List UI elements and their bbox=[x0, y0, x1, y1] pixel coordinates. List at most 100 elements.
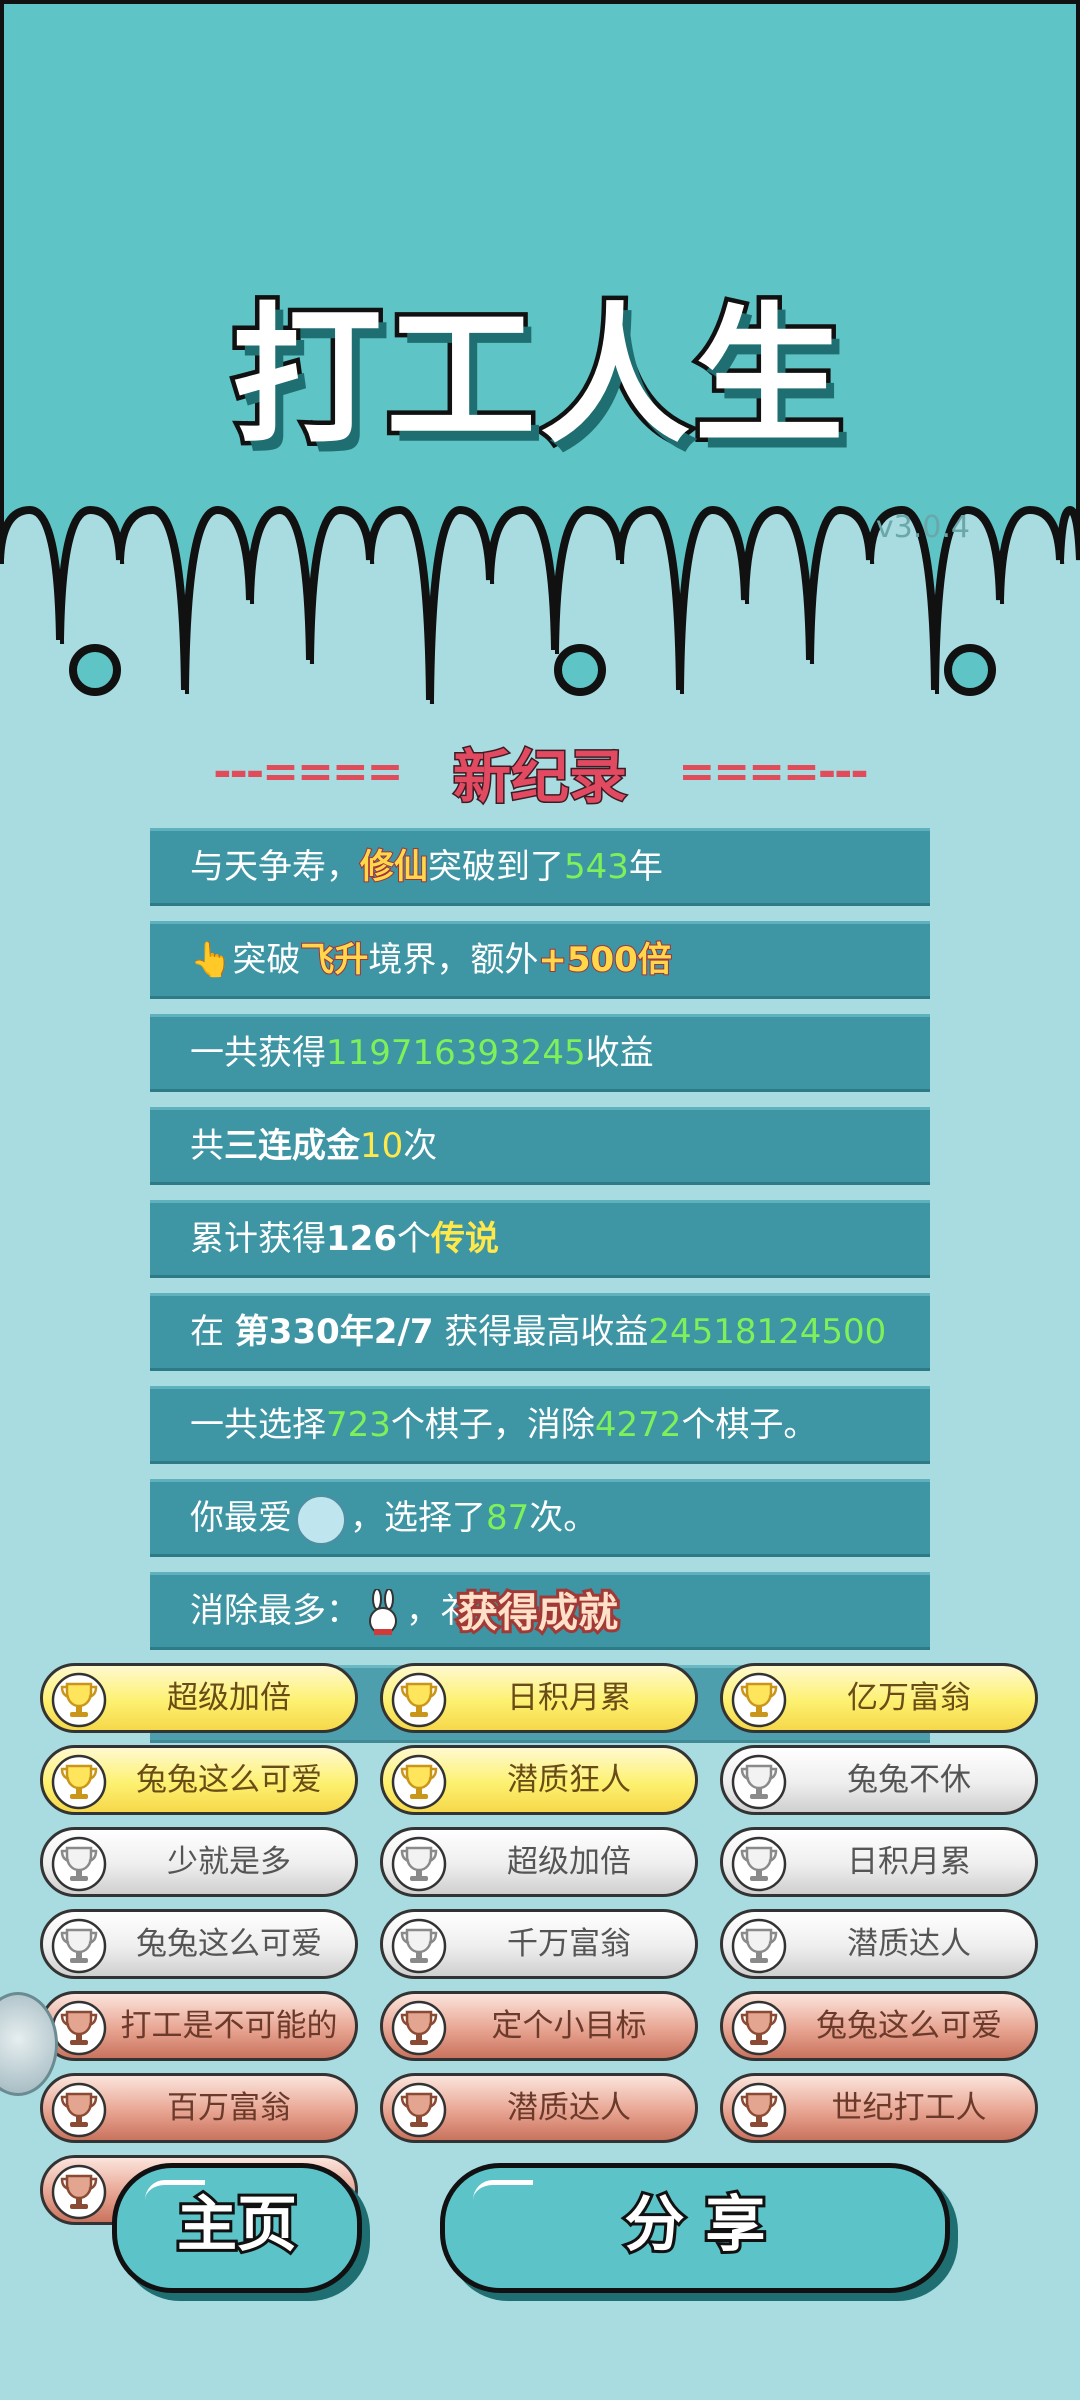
achievement-badge[interactable]: 兔兔这么可爱 bbox=[40, 1909, 358, 1979]
stat-text: 次。 bbox=[529, 1498, 598, 1538]
stat-highlight: 修仙 bbox=[359, 846, 429, 888]
achievement-label: 日积月累 bbox=[847, 1844, 971, 1880]
trophy-icon bbox=[391, 2000, 447, 2056]
achievement-badge[interactable]: 打工是不可能的 bbox=[40, 1991, 358, 2061]
new-record-title: 新纪录 bbox=[451, 742, 628, 813]
stat-text: 年 bbox=[628, 847, 663, 887]
trophy-icon bbox=[391, 1836, 447, 1892]
stat-bold: 三连成金 bbox=[224, 1126, 360, 1166]
achievement-badge[interactable]: 潜质达人 bbox=[380, 2073, 698, 2143]
stat-text: 获得最高收益 bbox=[433, 1312, 649, 1352]
trophy-icon bbox=[391, 1918, 447, 1974]
trophy-icon bbox=[391, 1672, 447, 1728]
trophy-icon bbox=[51, 1672, 107, 1728]
trophy-icon bbox=[731, 1672, 787, 1728]
achievement-label: 定个小目标 bbox=[491, 2008, 647, 2044]
stat-value: 543 bbox=[564, 847, 629, 887]
stat-text: 你最爱 bbox=[190, 1498, 292, 1538]
stat-text: ，选择了 bbox=[350, 1498, 486, 1538]
achievement-label: 潜质达人 bbox=[847, 1926, 971, 1962]
stat-text: 个 bbox=[396, 1219, 431, 1259]
button-shine bbox=[473, 2180, 533, 2203]
stat-text: 与天争寿， bbox=[190, 847, 360, 887]
stat-row-ascension: 👆突破飞升境界，额外+500倍 bbox=[150, 921, 930, 999]
trophy-icon bbox=[51, 1836, 107, 1892]
achievement-badge[interactable]: 千万富翁 bbox=[380, 1909, 698, 1979]
stat-text: 在 bbox=[190, 1312, 235, 1352]
achievement-badge[interactable]: 世纪打工人 bbox=[720, 2073, 1038, 2143]
achievement-label: 超级加倍 bbox=[167, 1680, 291, 1716]
achievement-badge[interactable]: 潜质狂人 bbox=[380, 1745, 698, 1815]
trophy-icon bbox=[51, 2082, 107, 2138]
stat-text: 次 bbox=[403, 1126, 438, 1166]
achievement-label: 兔兔这么可爱 bbox=[136, 1762, 322, 1798]
stat-text: 个棋子，消除 bbox=[390, 1405, 595, 1445]
achievement-badge[interactable]: 潜质达人 bbox=[720, 1909, 1038, 1979]
new-record-header: ---==== 新纪录 ====--- bbox=[0, 730, 1080, 814]
stat-row-best-income: 在 第330年2/7 获得最高收益24518124500 bbox=[150, 1293, 930, 1371]
header-deco-right: ====--- bbox=[678, 746, 868, 798]
achievement-badge[interactable]: 定个小目标 bbox=[380, 1991, 698, 2061]
rice-bowl-icon bbox=[296, 1494, 346, 1545]
achievement-popup-title: 获得成就 bbox=[455, 1587, 621, 1639]
stat-text: 共 bbox=[190, 1126, 224, 1166]
trophy-icon bbox=[731, 2000, 787, 2056]
stat-row-legendary: 累计获得126个传说 bbox=[150, 1200, 930, 1278]
stat-highlight: 飞升 bbox=[299, 939, 369, 981]
trophy-icon bbox=[51, 1918, 107, 1974]
stat-text: 消除最多： bbox=[190, 1591, 360, 1631]
achievement-label: 世纪打工人 bbox=[831, 2090, 987, 2126]
stat-text: 一共选择 bbox=[190, 1405, 326, 1445]
achievement-badge[interactable]: 亿万富翁 bbox=[720, 1663, 1038, 1733]
version-label: v3.0.4 bbox=[875, 510, 970, 545]
achievement-label: 打工是不可能的 bbox=[120, 2008, 338, 2044]
achievement-label: 少就是多 bbox=[167, 1844, 291, 1880]
achievement-badge[interactable]: 日积月累 bbox=[720, 1827, 1038, 1897]
pointing-hand-icon: 👆 bbox=[190, 940, 233, 980]
achievement-badge[interactable]: 兔兔不休 bbox=[720, 1745, 1038, 1815]
achievement-badge[interactable]: 超级加倍 bbox=[40, 1663, 358, 1733]
trophy-icon bbox=[391, 1754, 447, 1810]
achievement-label: 百万富翁 bbox=[167, 2090, 291, 2126]
achievement-label: 亿万富翁 bbox=[847, 1680, 971, 1716]
stat-value: 87 bbox=[486, 1498, 530, 1538]
trophy-icon bbox=[731, 1918, 787, 1974]
stat-highlight: +500倍 bbox=[537, 939, 672, 981]
achievement-label: 千万富翁 bbox=[507, 1926, 631, 1962]
drip-dot bbox=[944, 644, 996, 696]
stat-row-favorite: 你最爱 ，选择了87次。 bbox=[150, 1479, 930, 1557]
stat-row-pieces: 一共选择723个棋子，消除4272个棋子。 bbox=[150, 1386, 930, 1464]
stat-value: 24518124500 bbox=[648, 1312, 887, 1352]
achievement-badge[interactable]: 兔兔这么可爱 bbox=[720, 1991, 1038, 2061]
bunny-icon bbox=[369, 1588, 397, 1635]
stat-bold: 126 bbox=[326, 1219, 397, 1259]
achievement-label: 潜质狂人 bbox=[507, 1762, 631, 1798]
achievement-badge[interactable]: 兔兔这么可爱 bbox=[40, 1745, 358, 1815]
game-title: 打工人生 bbox=[227, 286, 848, 469]
trophy-icon bbox=[51, 1754, 107, 1810]
achievement-label: 兔兔不休 bbox=[847, 1762, 971, 1798]
stat-row-cultivation: 与天争寿，修仙突破到了543年 bbox=[150, 828, 930, 906]
trophy-icon bbox=[731, 2082, 787, 2138]
drip-dot bbox=[554, 644, 606, 696]
button-shine bbox=[145, 2180, 205, 2203]
achievement-label: 兔兔这么可爱 bbox=[136, 1926, 322, 1962]
stat-bold: 第330年2/7 bbox=[234, 1312, 434, 1352]
stat-text: 境界，额外 bbox=[368, 940, 539, 980]
achievement-badge[interactable]: 日积月累 bbox=[380, 1663, 698, 1733]
achievement-badge[interactable]: 少就是多 bbox=[40, 1827, 358, 1897]
trophy-icon bbox=[731, 1836, 787, 1892]
achievement-label: 超级加倍 bbox=[507, 1844, 631, 1880]
home-button[interactable]: 主页 bbox=[112, 2163, 362, 2293]
achievement-badge[interactable]: 超级加倍 bbox=[380, 1827, 698, 1897]
stat-text: 个棋子。 bbox=[681, 1405, 818, 1445]
stat-row-triple-gold: 共三连成金10次 bbox=[150, 1107, 930, 1185]
trophy-icon bbox=[731, 1754, 787, 1810]
stat-text: 收益 bbox=[585, 1033, 654, 1073]
achievement-label: 潜质达人 bbox=[507, 2090, 631, 2126]
share-button-label: 分 享 bbox=[622, 2187, 769, 2263]
trophy-icon bbox=[51, 2164, 107, 2220]
share-button[interactable]: 分 享 bbox=[440, 2163, 950, 2293]
stat-text: 累计获得 bbox=[190, 1219, 326, 1259]
achievement-badge[interactable]: 百万富翁 bbox=[40, 2073, 358, 2143]
